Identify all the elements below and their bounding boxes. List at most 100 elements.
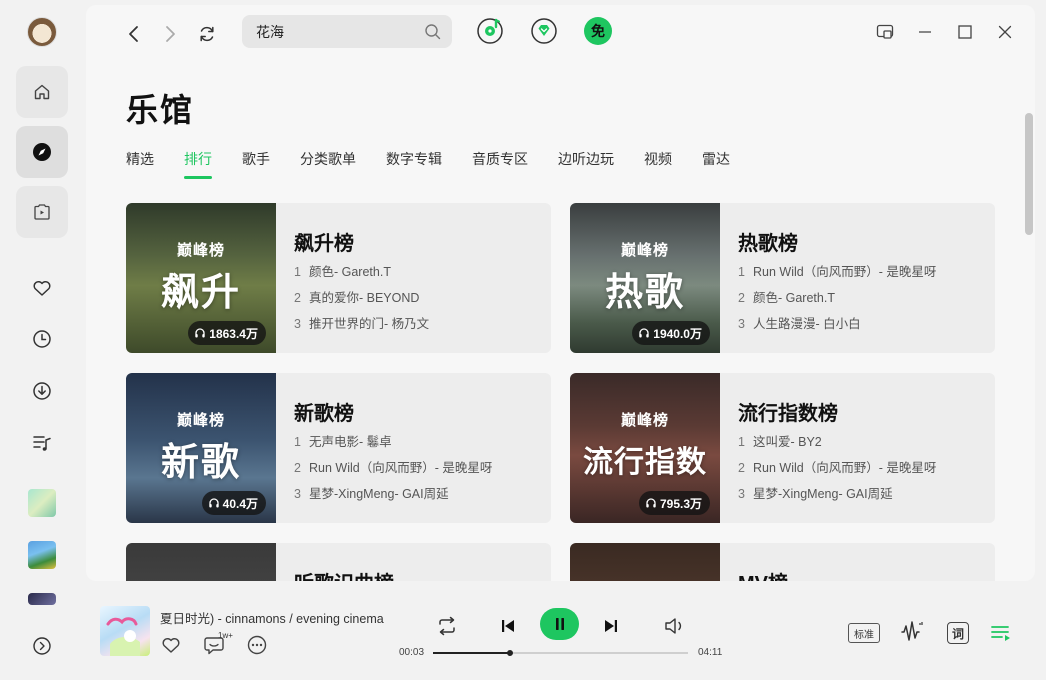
chart-cover[interactable] (570, 543, 720, 581)
chart-title[interactable]: 飙升榜 (294, 227, 354, 256)
chart-cover[interactable]: 巅峰榜 新歌 40.4万 (126, 373, 276, 523)
tab-videos[interactable]: 视频 (644, 149, 672, 179)
list-item[interactable]: 1 这叫爱- BY2 (738, 434, 936, 460)
favorites-button[interactable] (30, 276, 54, 300)
chart-title[interactable]: MV榜 (738, 567, 788, 581)
video-icon (34, 204, 50, 220)
pause-icon (555, 618, 564, 630)
quality-button[interactable]: 标准 (848, 623, 880, 643)
play-count: 1863.4万 (209, 326, 258, 341)
tab-artists[interactable]: 歌手 (242, 149, 270, 179)
chevron-right-icon (166, 26, 175, 42)
chart-cover[interactable]: 巅峰榜 流行指数 795.3万 (570, 373, 720, 523)
maximize-button[interactable] (954, 21, 976, 43)
video-button[interactable] (16, 186, 68, 238)
expand-sidebar-button[interactable] (30, 634, 54, 658)
previous-button[interactable] (497, 615, 519, 637)
mini-mode-button[interactable] (874, 21, 896, 43)
close-button[interactable] (994, 21, 1016, 43)
scrollbar[interactable] (1025, 113, 1033, 235)
headphones-icon (646, 498, 656, 508)
list-item[interactable]: 2 Run Wild（向风而野）- 是晚星呀 (294, 460, 492, 486)
now-playing-title[interactable]: 夏日时光) - cinnamons / evening cinema (160, 608, 390, 627)
download-button[interactable] (30, 379, 54, 403)
free-mode-badge[interactable]: 免 (584, 17, 612, 45)
chart-cover[interactable] (126, 543, 276, 581)
local-music-button[interactable] (30, 431, 54, 455)
list-item[interactable]: 3 星梦-XingMeng- GAI周延 (738, 486, 936, 512)
play-count-badge: 1940.0万 (632, 321, 710, 345)
tab-digital-albums[interactable]: 数字专辑 (386, 149, 442, 179)
chart-song-list: 1 Run Wild（向风而野）- 是晚星呀 2 颜色- Gareth.T 3 人生路… (738, 264, 936, 342)
refresh-button[interactable] (195, 22, 219, 46)
compass-icon (33, 143, 51, 161)
list-item[interactable]: 2 Run Wild（向风而野）- 是晚星呀 (738, 460, 936, 486)
chart-card[interactable]: 巅峰榜 流行指数 795.3万 流行指数榜 1 这叫爱- BY2 2 Run Wil… (570, 373, 995, 523)
top-bar: 免 (86, 5, 1035, 61)
list-item[interactable]: 3 推开世界的门- 杨乃文 (294, 316, 429, 342)
playlist-thumb-3[interactable] (28, 593, 56, 605)
cover-title: 新歌 (160, 442, 241, 484)
chart-card[interactable]: 巅峰榜 热歌 1940.0万 热歌榜 1 Run Wild（向风而野）- 是晚星呀… (570, 203, 995, 353)
chart-cover[interactable]: 巅峰榜 热歌 1940.0万 (570, 203, 720, 353)
play-count: 1940.0万 (653, 326, 702, 341)
playlist-queue-button[interactable] (989, 622, 1013, 644)
play-count: 40.4万 (222, 496, 258, 511)
play-pause-button[interactable] (540, 608, 579, 640)
progress-bar[interactable] (433, 650, 688, 656)
album-art-illustration (106, 617, 140, 656)
chevron-right-circle-icon (33, 637, 51, 655)
chart-title[interactable]: 新歌榜 (294, 397, 354, 426)
like-button[interactable] (160, 634, 182, 656)
list-item[interactable]: 2 颜色- Gareth.T (738, 290, 936, 316)
tab-featured[interactable]: 精选 (126, 149, 154, 179)
chart-title[interactable]: 流行指数榜 (738, 397, 838, 426)
music-recognition-button[interactable] (476, 17, 504, 45)
chart-cover[interactable]: 巅峰榜 飙升 1863.4万 (126, 203, 276, 353)
playlist-thumb-2[interactable] (28, 541, 56, 569)
tab-playlists[interactable]: 分类歌单 (300, 149, 356, 179)
repeat-icon (439, 616, 455, 636)
chart-card[interactable]: 听歌识曲榜 (126, 543, 551, 581)
search-box[interactable] (242, 15, 452, 48)
minimize-button[interactable] (914, 21, 936, 43)
chart-card[interactable]: 巅峰榜 新歌 40.4万 新歌榜 1 无声电影- 鬈卓 2 Run Wild（向风而… (126, 373, 551, 523)
search-input[interactable] (256, 23, 424, 40)
repeat-button[interactable] (434, 614, 460, 638)
tab-bar: 精选 排行 歌手 分类歌单 数字专辑 音质专区 边听边玩 视频 雷达 (126, 149, 760, 183)
forward-button[interactable] (158, 22, 182, 46)
sound-effect-button[interactable] (898, 620, 926, 644)
volume-button[interactable] (662, 614, 688, 638)
more-button[interactable] (246, 634, 268, 656)
chart-title[interactable]: 热歌榜 (738, 227, 798, 256)
list-item[interactable]: 1 颜色- Gareth.T (294, 264, 429, 290)
tab-charts[interactable]: 排行 (184, 149, 212, 179)
next-button[interactable] (600, 615, 622, 637)
tab-hifi[interactable]: 音质专区 (472, 149, 528, 179)
chart-title[interactable]: 听歌识曲榜 (294, 567, 394, 581)
close-icon (998, 25, 1012, 39)
search-icon[interactable] (424, 23, 442, 41)
vip-button[interactable] (530, 17, 558, 45)
play-count-badge: 795.3万 (638, 491, 710, 515)
list-item[interactable]: 3 人生路漫漫- 白小白 (738, 316, 936, 342)
discover-button[interactable] (16, 126, 68, 178)
chart-card[interactable]: 巅峰榜 飙升 1863.4万 飙升榜 1 颜色- Gareth.T 2 真的爱你- … (126, 203, 551, 353)
back-button[interactable] (122, 22, 146, 46)
avatar[interactable] (27, 17, 57, 47)
album-cover[interactable] (100, 606, 150, 656)
lyrics-button[interactable]: 词 (947, 622, 969, 644)
list-item[interactable]: 1 Run Wild（向风而野）- 是晚星呀 (738, 264, 936, 290)
list-item[interactable]: 3 星梦-XingMeng- GAI周延 (294, 486, 492, 512)
volume-icon (665, 618, 682, 634)
home-button[interactable] (16, 66, 68, 118)
list-item[interactable]: 1 无声电影- 鬈卓 (294, 434, 492, 460)
playlist-thumb-1[interactable] (28, 489, 56, 517)
tab-radar[interactable]: 雷达 (702, 149, 730, 179)
recent-button[interactable] (30, 327, 54, 351)
sound-wave-icon (901, 621, 923, 641)
list-item[interactable]: 2 真的爱你- BEYOND (294, 290, 429, 316)
chart-card[interactable]: MV榜 (570, 543, 995, 581)
tab-listen-and-play[interactable]: 边听边玩 (558, 149, 614, 179)
progress-handle[interactable] (506, 650, 513, 656)
